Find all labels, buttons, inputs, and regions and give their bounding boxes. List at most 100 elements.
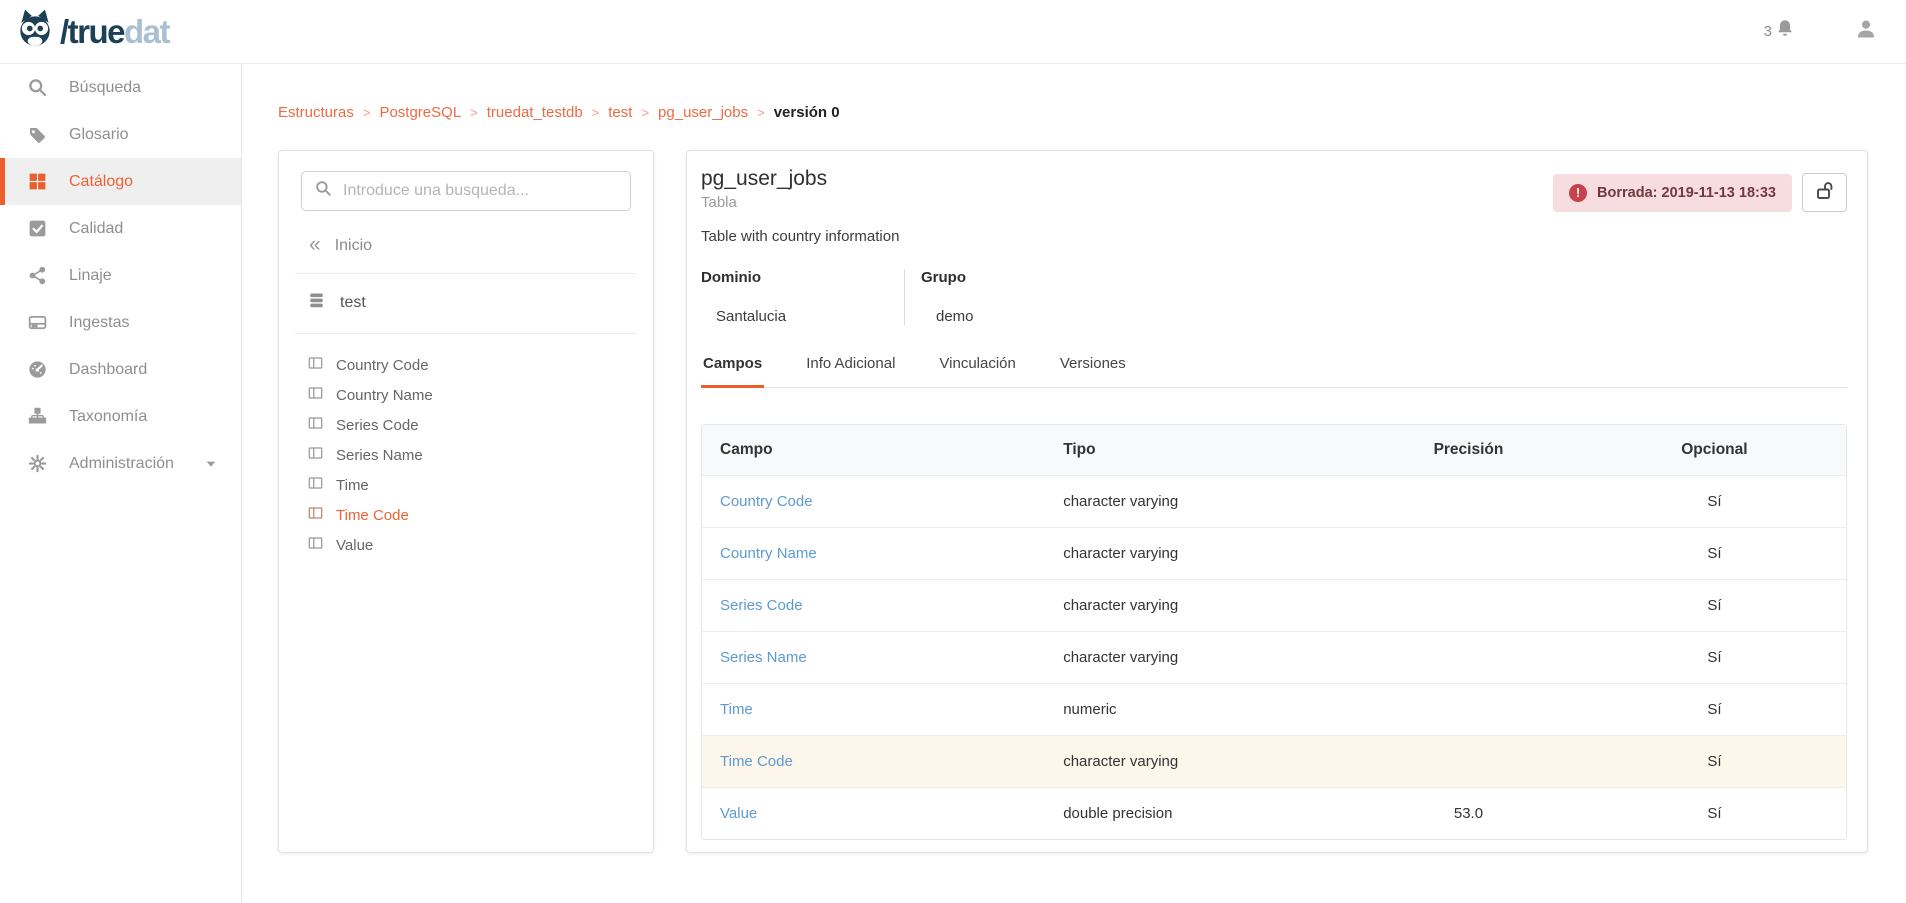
field-type: numeric	[1045, 701, 1354, 718]
structure-detail-panel: pg_user_jobs Tabla ! Borrada: 2019-11-13…	[686, 150, 1868, 853]
unlock-button[interactable]	[1802, 173, 1847, 212]
breadcrumb-link-pg-user-jobs[interactable]: pg_user_jobs	[658, 104, 748, 121]
column-header-opcional: Opcional	[1583, 441, 1846, 459]
sidebar-item-linaje[interactable]: Linaje	[0, 252, 241, 299]
sidebar-item-taxonomia[interactable]: Taxonomía	[0, 393, 241, 440]
field-type: character varying	[1045, 545, 1354, 562]
field-link[interactable]: Time Code	[720, 753, 793, 770]
divider	[295, 273, 637, 274]
table-row: Country Code character varying Sí	[702, 475, 1846, 527]
breadcrumb-separator: >	[641, 105, 649, 120]
field-link[interactable]: Series Code	[720, 597, 803, 614]
breadcrumb-separator: >	[363, 105, 371, 120]
column-icon	[307, 475, 324, 496]
top-header: /truedat 3	[0, 0, 1906, 64]
column-header-tipo: Tipo	[1045, 441, 1354, 459]
column-icon	[307, 535, 324, 556]
truedat-logo[interactable]: /truedat	[14, 7, 169, 56]
breadcrumb-link-test[interactable]: test	[608, 104, 632, 121]
tree-search	[301, 171, 631, 211]
column-header-precision: Precisión	[1354, 441, 1583, 459]
logo-text: /truedat	[60, 15, 169, 48]
sidebar-item-dashboard[interactable]: Dashboard	[0, 346, 241, 393]
breadcrumb-current-version: versión 0	[774, 104, 840, 121]
tree-field-country-name[interactable]: Country Name	[301, 380, 631, 410]
field-precision: 53.0	[1354, 805, 1583, 822]
warning-icon: !	[1569, 184, 1587, 202]
tree-back-inicio[interactable]: « Inicio	[309, 237, 631, 255]
tree-field-series-name[interactable]: Series Name	[301, 440, 631, 470]
table-row: Series Name character varying Sí	[702, 631, 1846, 683]
table-row: Time numeric Sí	[702, 683, 1846, 735]
fields-table: Campo Tipo Precisión Opcional Country Co…	[701, 424, 1847, 840]
detail-tabs: Campos Info Adicional Vinculación Versio…	[701, 355, 1847, 388]
field-type: character varying	[1045, 493, 1354, 510]
tree-item-test[interactable]: test	[307, 291, 631, 315]
status-badge: ! Borrada: 2019-11-13 18:33	[1553, 174, 1792, 212]
column-header-campo: Campo	[702, 441, 1045, 459]
breadcrumb: Estructuras > PostgreSQL > truedat_testd…	[278, 104, 1906, 121]
dominio-label: Dominio	[701, 269, 904, 286]
tab-info-adicional[interactable]: Info Adicional	[804, 355, 897, 388]
field-link[interactable]: Country Code	[720, 493, 813, 510]
field-link[interactable]: Country Name	[720, 545, 817, 562]
field-optional: Sí	[1583, 493, 1846, 510]
structure-type-label: Tabla	[701, 194, 827, 211]
breadcrumb-link-postgresql[interactable]: PostgreSQL	[379, 104, 461, 121]
tree-field-time[interactable]: Time	[301, 470, 631, 500]
tab-campos[interactable]: Campos	[701, 355, 764, 388]
field-type: double precision	[1045, 805, 1354, 822]
tree-search-input[interactable]	[343, 182, 618, 200]
column-icon	[307, 505, 324, 526]
column-icon	[307, 415, 324, 436]
divider	[295, 333, 637, 334]
field-link[interactable]: Value	[720, 805, 757, 822]
tree-field-time-code[interactable]: Time Code	[301, 500, 631, 530]
field-optional: Sí	[1583, 597, 1846, 614]
tags-icon	[27, 124, 48, 145]
field-list: Country Code Country Name Series Code Se…	[301, 350, 631, 560]
sitemap-icon	[27, 406, 48, 427]
sidebar-item-ingestas[interactable]: Ingestas	[0, 299, 241, 346]
sidebar-item-administracion[interactable]: Administración	[0, 440, 241, 487]
column-icon	[307, 385, 324, 406]
content-area: Estructuras > PostgreSQL > truedat_testd…	[242, 64, 1906, 903]
unlock-icon	[1813, 179, 1837, 206]
tree-field-value[interactable]: Value	[301, 530, 631, 560]
table-row-selected: Time Code character varying Sí	[702, 735, 1846, 787]
structure-tree-panel: « Inicio test	[278, 150, 654, 853]
field-optional: Sí	[1583, 649, 1846, 666]
field-link[interactable]: Time	[720, 701, 753, 718]
table-row: Series Code character varying Sí	[702, 579, 1846, 631]
tab-versiones[interactable]: Versiones	[1058, 355, 1128, 388]
field-type: character varying	[1045, 753, 1354, 770]
notification-count: 3	[1764, 23, 1772, 40]
table-row: Value double precision 53.0 Sí	[702, 787, 1846, 839]
structure-description: Table with country information	[701, 228, 1847, 245]
sidebar-item-glosario[interactable]: Glosario	[0, 111, 241, 158]
tree-field-country-code[interactable]: Country Code	[301, 350, 631, 380]
user-menu-button[interactable]	[1854, 17, 1878, 46]
notifications-button[interactable]: 3	[1764, 18, 1796, 45]
bell-icon	[1774, 18, 1796, 45]
table-row: Country Name character varying Sí	[702, 527, 1846, 579]
breadcrumb-separator: >	[592, 105, 600, 120]
share-icon	[27, 265, 48, 286]
search-icon	[27, 77, 48, 98]
page-title: pg_user_jobs	[701, 167, 827, 191]
field-link[interactable]: Series Name	[720, 649, 807, 666]
owl-logo-icon	[14, 7, 56, 56]
gauge-icon	[27, 359, 48, 380]
field-optional: Sí	[1583, 805, 1846, 822]
tree-field-series-code[interactable]: Series Code	[301, 410, 631, 440]
sidebar-item-calidad[interactable]: Calidad	[0, 205, 241, 252]
breadcrumb-link-truedat-testdb[interactable]: truedat_testdb	[487, 104, 583, 121]
field-optional: Sí	[1583, 545, 1846, 562]
breadcrumb-link-estructuras[interactable]: Estructuras	[278, 104, 354, 121]
tab-vinculacion[interactable]: Vinculación	[937, 355, 1017, 388]
sidebar-item-catalogo[interactable]: Catálogo	[0, 158, 241, 205]
field-type: character varying	[1045, 649, 1354, 666]
sidebar-item-busqueda[interactable]: Búsqueda	[0, 64, 241, 111]
search-icon	[314, 179, 333, 203]
metadata-section: Dominio Santalucia Grupo demo	[701, 269, 1847, 325]
